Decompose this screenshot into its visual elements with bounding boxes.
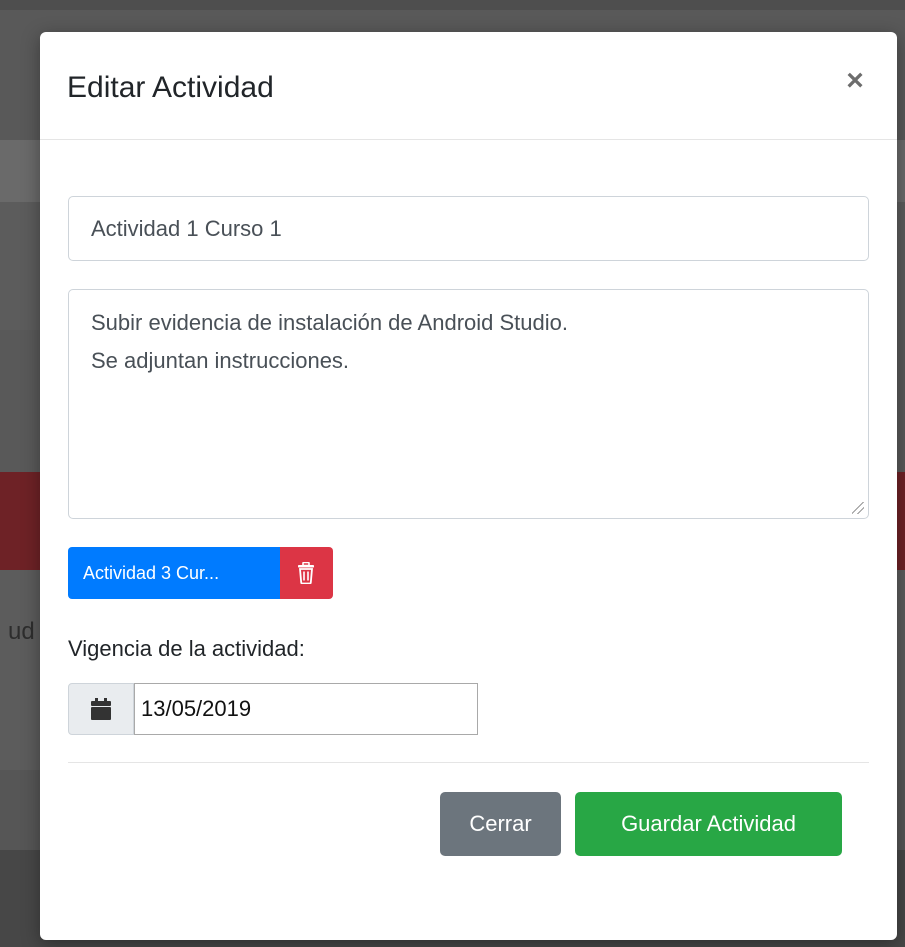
validity-label: Vigencia de la actividad: [68, 636, 305, 661]
save-activity-button[interactable]: Guardar Actividad [575, 792, 842, 856]
activity-description-textarea[interactable]: Subir evidencia de instalación de Androi… [68, 289, 869, 519]
activity-title-input[interactable] [68, 196, 869, 261]
date-input-group [68, 683, 478, 735]
modal-header: Editar Actividad × [40, 32, 897, 140]
attachment-button[interactable]: Actividad 3 Cur... [68, 547, 280, 599]
validity-date-input[interactable] [134, 683, 478, 735]
date-addon[interactable] [68, 683, 134, 735]
close-button[interactable]: Cerrar [440, 792, 561, 856]
background-partial-text: ud [8, 618, 35, 645]
background-band [0, 0, 905, 10]
calendar-icon [91, 698, 111, 720]
edit-activity-modal: Editar Actividad × Subir evidencia de in… [40, 32, 897, 940]
resize-grip-icon[interactable] [852, 502, 864, 514]
modal-title: Editar Actividad [67, 71, 274, 104]
footer-divider [68, 762, 869, 763]
delete-attachment-button[interactable] [280, 547, 333, 599]
trash-icon [298, 562, 314, 584]
close-icon[interactable]: × [840, 66, 870, 96]
